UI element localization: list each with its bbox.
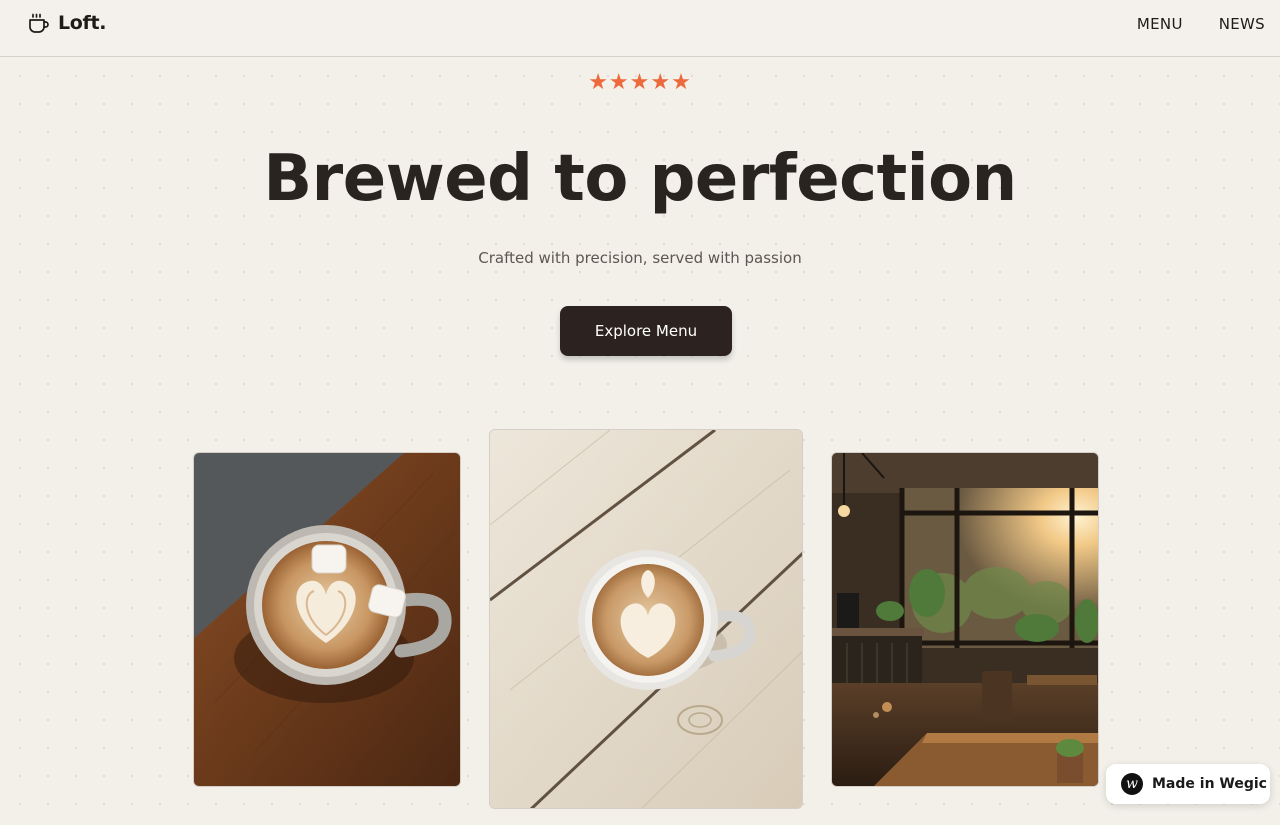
brand-logo-link[interactable]: Loft. [27,12,107,34]
wegic-logo-icon: w [1121,773,1143,795]
hero-headline: Brewed to perfection [263,142,1017,216]
latte-art-heart-photo [489,429,803,809]
rating-stars: ★★★★★ [588,70,692,95]
brand-name: Loft. [58,12,107,34]
explore-menu-button[interactable]: Explore Menu [560,306,732,356]
nav-link-menu[interactable]: MENU [1137,15,1183,33]
nav-link-news[interactable]: NEWS [1219,15,1265,33]
made-in-wegic-badge[interactable]: w Made in Wegic [1106,764,1270,804]
cafe-interior-photo [831,452,1099,787]
latte-art-marshmallows-photo [193,452,461,787]
hero-subheadline: Crafted with precision, served with pass… [478,249,802,267]
badge-label: Made in Wegic [1152,776,1267,792]
main-navigation: MENU NEWS [1137,15,1265,33]
top-navigation-bar: Loft. MENU NEWS [0,0,1280,57]
coffee-cup-icon [27,12,49,34]
